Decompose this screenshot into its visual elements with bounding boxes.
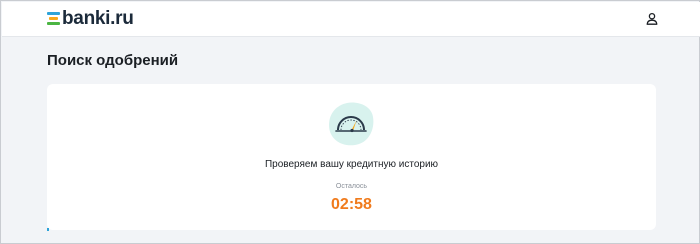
approval-check-card: Проверяем вашу кредитную историю Осталос…	[47, 84, 656, 230]
progress-indicator	[47, 228, 49, 231]
page-title: Поиск одобрений	[47, 52, 179, 69]
logo-text: banki.ru	[62, 8, 134, 29]
logo-mark-icon	[47, 11, 61, 27]
banki-logo[interactable]: banki.ru	[47, 9, 134, 29]
countdown-timer: 02:58	[331, 196, 372, 213]
remaining-label: Осталось	[335, 183, 368, 190]
app-window: banki.ru Поиск одобрений Проверяем вашу …	[0, 0, 700, 244]
status-text: Проверяем вашу кредитную историю	[264, 159, 439, 170]
speedometer-illustration	[327, 101, 375, 147]
profile-button[interactable]	[644, 11, 660, 27]
user-icon	[646, 12, 658, 25]
top-header: banki.ru	[2, 2, 700, 37]
speedometer-icon	[329, 102, 374, 146]
